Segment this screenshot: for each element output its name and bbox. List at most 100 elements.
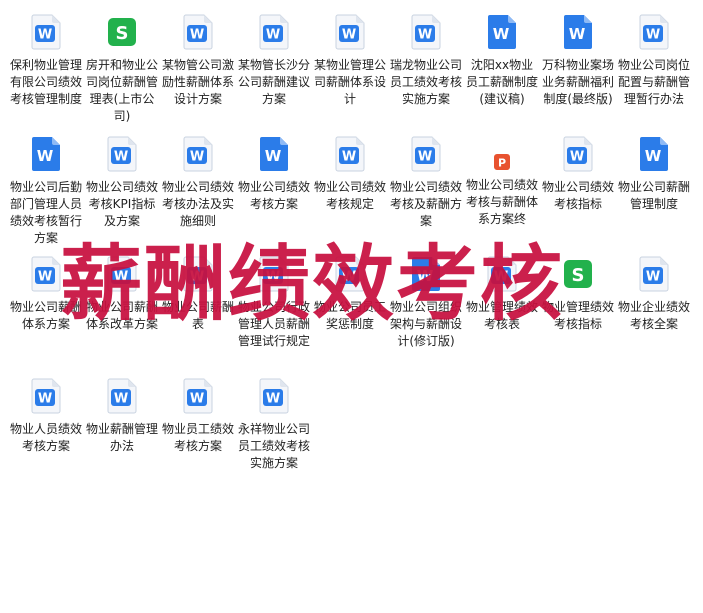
file-item[interactable]: W 沈阳xx物业员工薪酬制度(建议稿) xyxy=(464,12,540,108)
svg-text:W: W xyxy=(493,25,510,43)
svg-text:W: W xyxy=(646,270,660,285)
file-item[interactable]: W 物业公司薪酬体系方案 xyxy=(8,254,84,333)
file-label: 物业公司后勤部门管理人员绩效考核暂行方案 xyxy=(9,180,82,245)
file-label: 永祥物业公司员工绩效考核实施方案 xyxy=(237,422,310,470)
file-item[interactable]: W 物业公司绩效考核及薪酬方案 xyxy=(388,134,464,230)
file-label: 某物业管理公司薪酬体系设计 xyxy=(313,58,386,106)
svg-text:W: W xyxy=(570,150,584,165)
word-doc-solid-icon: W xyxy=(563,14,593,50)
word-doc-icon: W xyxy=(31,256,61,292)
file-label: 物业公司薪酬表 xyxy=(161,300,234,331)
file-item[interactable]: W 物业公司组织架构与薪酬设计(修订版) xyxy=(388,254,464,350)
file-item[interactable]: W 物业公司后勤部门管理人员绩效考核暂行方案 xyxy=(8,134,84,247)
file-item[interactable]: W 物业公司绩效考核KPI指标及方案 xyxy=(84,134,160,230)
svg-text:S: S xyxy=(116,23,129,44)
file-item[interactable]: W 物业公司绩效考核指标 xyxy=(540,134,616,213)
file-item[interactable]: W 某物业管理公司薪酬体系设计 xyxy=(312,12,388,108)
svg-text:W: W xyxy=(37,147,54,165)
file-label: 物业企业绩效考核全案 xyxy=(617,300,690,331)
file-item[interactable]: W 某物管长沙分公司薪酬建议方案 xyxy=(236,12,312,108)
word-doc-icon: W xyxy=(183,378,213,414)
svg-text:W: W xyxy=(266,28,280,43)
file-item[interactable]: W 物业管理绩效考核表 xyxy=(464,254,540,333)
word-doc-icon: W xyxy=(335,14,365,50)
file-label: 物业公司绩效考核及薪酬方案 xyxy=(389,180,462,228)
file-label: 物业公司绩效考核办法及实施细则 xyxy=(161,180,234,228)
word-doc-solid-icon: W xyxy=(411,256,441,292)
spreadsheet-icon: S xyxy=(107,14,137,50)
word-doc-icon: W xyxy=(335,136,365,172)
word-doc-icon: W xyxy=(411,136,441,172)
file-label: 物业公司绩效考核KPI指标及方案 xyxy=(85,180,158,228)
word-doc-icon: W xyxy=(563,136,593,172)
word-doc-icon: W xyxy=(487,256,517,292)
file-item[interactable]: W 物业公司绩效考核方案 xyxy=(236,134,312,213)
file-item[interactable]: P 物业公司绩效考核与薪酬体系方案终 xyxy=(464,134,540,228)
word-doc-icon: W xyxy=(107,378,137,414)
svg-text:W: W xyxy=(38,28,52,43)
svg-text:W: W xyxy=(418,28,432,43)
file-item[interactable]: W 瑞龙物业公司员工绩效考核实施方案 xyxy=(388,12,464,108)
svg-text:W: W xyxy=(114,150,128,165)
word-doc-icon: W xyxy=(183,136,213,172)
file-item[interactable]: W 物业薪酬管理办法 xyxy=(84,376,160,455)
file-label: 物业公司组织架构与薪酬设计(修订版) xyxy=(389,300,462,348)
file-item[interactable]: W 物业人员绩效考核方案 xyxy=(8,376,84,455)
file-label: 房开和物业公司岗位薪酬管理表(上市公司) xyxy=(85,58,158,123)
svg-text:W: W xyxy=(114,270,128,285)
word-doc-icon: W xyxy=(259,256,289,292)
svg-text:W: W xyxy=(266,270,280,285)
file-item[interactable]: S 物业管理绩效考核指标 xyxy=(540,254,616,333)
svg-text:W: W xyxy=(494,270,508,285)
svg-text:W: W xyxy=(190,270,204,285)
svg-text:W: W xyxy=(645,147,662,165)
svg-text:W: W xyxy=(418,150,432,165)
word-doc-icon: W xyxy=(31,378,61,414)
file-label: 物业员工绩效考核方案 xyxy=(161,422,234,453)
svg-text:P: P xyxy=(498,157,506,170)
file-item[interactable]: W 物业公司薪酬体系改革方案 xyxy=(84,254,160,333)
svg-text:W: W xyxy=(569,25,586,43)
svg-text:W: W xyxy=(342,150,356,165)
file-label: 物业管理绩效考核指标 xyxy=(541,300,614,331)
file-label: 物业公司行政管理人员薪酬管理试行规定 xyxy=(237,300,310,348)
file-item[interactable]: S 房开和物业公司岗位薪酬管理表(上市公司) xyxy=(84,12,160,125)
file-label: 物业公司薪酬体系方案 xyxy=(9,300,82,331)
file-label: 物业公司薪酬管理制度 xyxy=(617,180,690,211)
file-label: 物业公司薪酬体系改革方案 xyxy=(85,300,158,331)
file-item[interactable]: W 某物管公司激励性薪酬体系设计方案 xyxy=(160,12,236,108)
file-label: 保利物业管理有限公司绩效考核管理制度 xyxy=(9,58,82,106)
svg-text:W: W xyxy=(342,28,356,43)
file-item[interactable]: W 物业企业绩效考核全案 xyxy=(616,254,692,333)
file-label: 物业管理绩效考核表 xyxy=(465,300,538,331)
svg-text:W: W xyxy=(190,392,204,407)
file-item[interactable]: W 物业员工绩效考核方案 xyxy=(160,376,236,455)
word-doc-icon: W xyxy=(183,14,213,50)
file-item[interactable]: W 物业公司绩效考核规定 xyxy=(312,134,388,213)
file-item[interactable]: W 万科物业案场业务薪酬福利制度(最终版) xyxy=(540,12,616,108)
word-doc-icon: W xyxy=(639,256,669,292)
file-item[interactable]: W 物业公司行政管理人员薪酬管理试行规定 xyxy=(236,254,312,350)
word-doc-solid-icon: W xyxy=(259,136,289,172)
svg-text:W: W xyxy=(417,267,434,285)
file-item[interactable]: W 永祥物业公司员工绩效考核实施方案 xyxy=(236,376,312,472)
file-item[interactable]: W 物业公司薪酬表 xyxy=(160,254,236,333)
file-label: 物业公司绩效考核规定 xyxy=(313,180,386,211)
file-label: 物业公司绩效考核方案 xyxy=(237,180,310,211)
file-item[interactable]: W 保利物业管理有限公司绩效考核管理制度 xyxy=(8,12,84,108)
word-doc-icon: W xyxy=(639,14,669,50)
word-doc-solid-icon: W xyxy=(639,136,669,172)
spreadsheet-icon: S xyxy=(563,256,593,292)
file-grid: W 保利物业管理有限公司绩效考核管理制度 S 房开和物业公司岗位薪酬管理表(上市公司… xyxy=(0,0,703,613)
file-label: 物业人员绩效考核方案 xyxy=(9,422,82,453)
word-doc-icon: W xyxy=(259,14,289,50)
svg-text:W: W xyxy=(114,392,128,407)
file-item[interactable]: W 物业公司岗位配置与薪酬管理暂行办法 xyxy=(616,12,692,108)
word-doc-icon: W xyxy=(107,136,137,172)
file-label: 物业公司岗位配置与薪酬管理暂行办法 xyxy=(617,58,690,106)
file-item[interactable]: W 物业公司绩效考核办法及实施细则 xyxy=(160,134,236,230)
word-doc-icon: W xyxy=(411,14,441,50)
file-item[interactable]: W 物业公司薪酬管理制度 xyxy=(616,134,692,213)
file-item[interactable]: W 物业公司员工奖惩制度 xyxy=(312,254,388,333)
svg-text:W: W xyxy=(38,392,52,407)
